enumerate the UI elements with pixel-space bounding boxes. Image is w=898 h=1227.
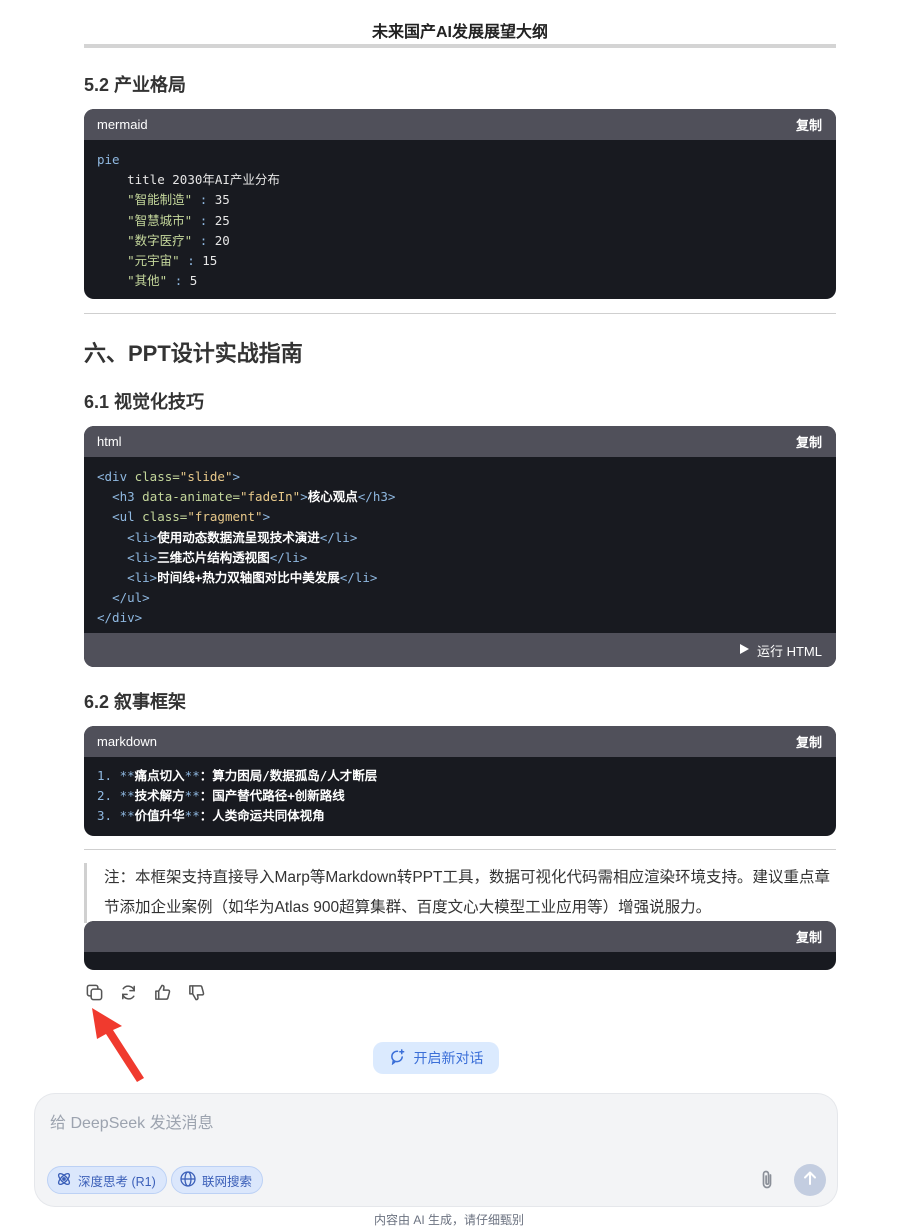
message-composer[interactable]: 给 DeepSeek 发送消息 深度思考 (R1) 联网搜索	[35, 1094, 837, 1206]
code-block-empty: 复制	[84, 921, 836, 970]
attach-icon[interactable]	[753, 1166, 781, 1194]
arrow-up-icon	[802, 1170, 818, 1191]
heading-5-2: 5.2 产业格局	[84, 75, 187, 95]
globe-icon	[180, 1170, 196, 1190]
code-content: 1. **痛点切入**：算力困局/数据孤岛/人才断层 2. **技术解方**：国…	[97, 768, 378, 824]
document-title: 未来国产AI发展展望大纲	[371, 24, 548, 41]
code-token: class=	[127, 469, 180, 484]
code-token: "fragment"	[187, 509, 263, 525]
regenerate-icon[interactable]	[118, 982, 138, 1002]
code-content: pie title 2030年AI产业分布 "智能制造" : 35 "智慧城市"…	[97, 152, 280, 289]
copy-code-button[interactable]: 复制	[796, 927, 822, 946]
heading-6-2: 6.2 叙事框架	[84, 692, 187, 712]
code-token: pie	[97, 152, 120, 167]
code-token: 使用动态数据流呈现技术演进	[157, 529, 320, 545]
code-token: </ul>	[112, 590, 150, 606]
code-block-markdown: markdown 复制 1. **痛点切入**：算力困局/数据孤岛/人才断层 2…	[84, 726, 836, 836]
send-button[interactable]	[794, 1164, 826, 1196]
web-search-label: 联网搜索	[202, 1174, 253, 1189]
new-chat-label: 开启新对话	[413, 1050, 484, 1066]
new-chat-icon	[389, 1048, 406, 1068]
heading-6: 六、PPT设计实战指南	[84, 341, 303, 366]
code-token: 25	[214, 212, 230, 228]
code-token: 35	[214, 192, 230, 208]
code-token: 3.	[97, 808, 113, 824]
code-token: ：算力困局/数据孤岛/人才断层	[199, 768, 378, 783]
run-html-label: 运行 HTML	[756, 643, 822, 659]
code-token: 2030年AI产业分布	[164, 172, 280, 188]
code-block-footer: 运行 HTML	[84, 633, 836, 667]
code-token: 核心观点	[307, 489, 358, 505]
copy-code-button[interactable]: 复制	[796, 732, 822, 751]
code-token: "slide"	[179, 469, 233, 484]
code-token: class=	[134, 509, 188, 525]
code-token: "fadeIn"	[240, 489, 301, 505]
run-html-button[interactable]: 运行 HTML	[739, 641, 822, 660]
code-token: data-animate=	[134, 489, 240, 505]
note-blockquote: 注：本框架支持直接导入Marp等Markdown转PPT工具，数据可视化代码需相…	[84, 863, 836, 923]
code-token: "其他"	[127, 273, 168, 289]
heading-6-1: 6.1 视觉化技巧	[84, 392, 205, 412]
message-input[interactable]: 给 DeepSeek 发送消息	[50, 1109, 214, 1133]
code-token: 价值升华	[134, 808, 185, 824]
code-token: <ul	[112, 509, 135, 525]
code-token: <h3	[112, 489, 135, 505]
code-token: 时间线+热力双轴图对比中美发展	[157, 570, 340, 586]
code-block-header: mermaid 复制	[84, 109, 836, 140]
code-block-header: html 复制	[84, 426, 836, 457]
code-token: 1.	[97, 768, 113, 783]
thumbs-up-icon[interactable]	[152, 982, 172, 1002]
new-chat-button[interactable]: 开启新对话	[373, 1042, 499, 1074]
copy-code-button[interactable]: 复制	[796, 432, 822, 451]
code-token: 15	[202, 253, 218, 269]
code-token: </div>	[97, 610, 143, 626]
code-token: ：国产替代路径+创新路线	[199, 788, 345, 804]
code-language-label: mermaid	[97, 117, 148, 132]
code-token: 三维芯片结构透视图	[157, 549, 270, 565]
title-divider	[84, 44, 836, 48]
code-block-header: 复制	[84, 921, 836, 952]
code-token: "数字医疗"	[127, 232, 193, 248]
message-actions	[84, 982, 206, 1002]
code-token: 技术解方	[134, 788, 185, 804]
code-token: <div	[97, 469, 128, 484]
ai-disclaimer: 内容由 AI 生成，请仔细甄别	[373, 1213, 524, 1227]
deep-think-toggle[interactable]: 深度思考 (R1)	[47, 1166, 167, 1194]
annotation-arrow-icon	[88, 1006, 150, 1089]
code-token: ：人类命运共同体视角	[199, 808, 325, 824]
code-token: 痛点切入	[134, 768, 185, 783]
thumbs-down-icon[interactable]	[186, 982, 206, 1002]
atom-icon	[56, 1171, 72, 1190]
section-divider	[84, 849, 836, 850]
code-token: 5	[189, 273, 198, 289]
code-content: <div class="slide"> <h3 data-animate="fa…	[97, 469, 396, 626]
code-token: "智慧城市"	[127, 212, 193, 228]
code-block-html: html 复制 <div class="slide"> <h3 data-ani…	[84, 426, 836, 667]
web-search-toggle[interactable]: 联网搜索	[171, 1166, 264, 1194]
code-block-mermaid: mermaid 复制 pie title 2030年AI产业分布 "智能制造" …	[84, 109, 836, 299]
copy-icon[interactable]	[84, 982, 104, 1002]
code-language-label: markdown	[97, 734, 157, 749]
code-token: title	[127, 172, 165, 188]
play-icon	[739, 643, 750, 658]
deep-think-label: 深度思考 (R1)	[78, 1174, 156, 1189]
code-token: "元宇宙"	[127, 253, 180, 269]
code-block-header: markdown 复制	[84, 726, 836, 757]
code-token: </h3>	[357, 489, 396, 505]
section-divider	[84, 313, 836, 314]
code-token: 20	[214, 232, 230, 248]
copy-code-button[interactable]: 复制	[796, 115, 822, 134]
code-token: "智能制造"	[127, 192, 193, 208]
code-language-label: html	[97, 434, 122, 449]
code-token: 2.	[97, 788, 113, 804]
